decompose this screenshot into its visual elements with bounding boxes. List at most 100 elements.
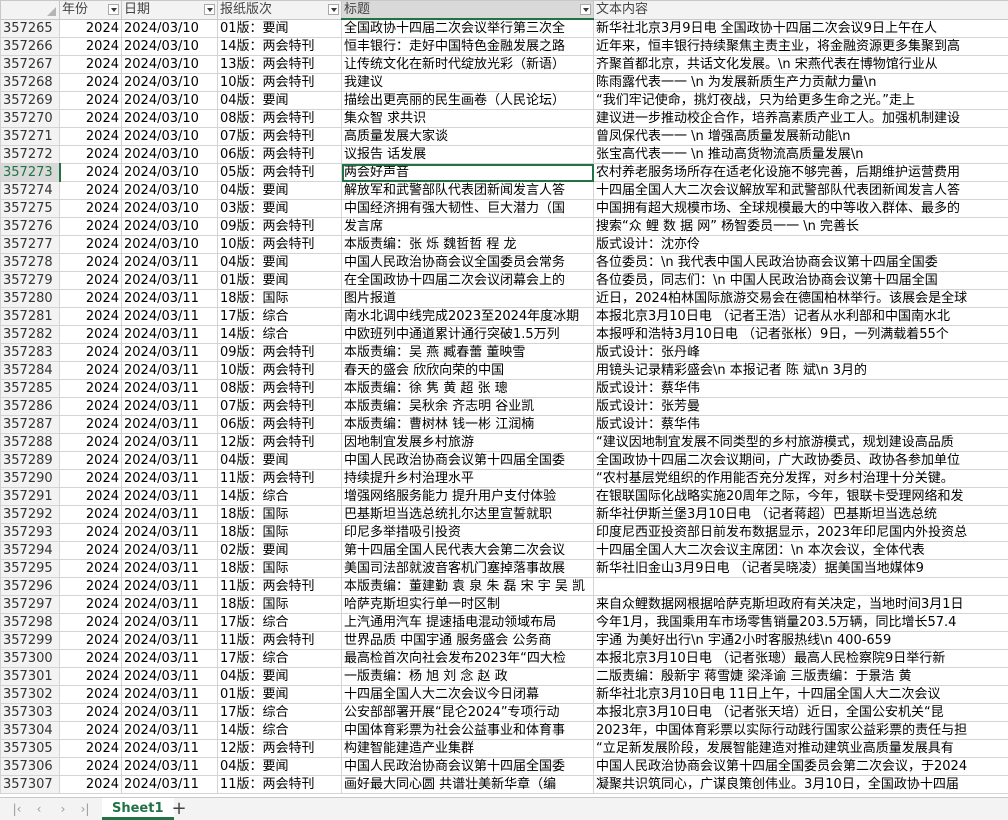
edition-cell[interactable]: 14版：两会特刊 [217, 37, 342, 56]
year-cell[interactable]: 2024 [59, 415, 122, 434]
row-number[interactable]: 357273 [0, 163, 61, 182]
last-sheet-icon[interactable]: ›| [76, 801, 94, 817]
year-cell[interactable]: 2024 [59, 379, 122, 398]
edition-cell[interactable]: 18版：国际 [217, 595, 342, 614]
text-cell[interactable]: 齐聚首都北京，共话文化发展。\n 宋燕代表在博物馆行业从 [593, 55, 1008, 74]
year-cell[interactable]: 2024 [59, 451, 122, 470]
date-cell[interactable]: 2024/03/10 [121, 91, 218, 110]
column-header-title[interactable]: 标题 [341, 0, 594, 20]
text-cell[interactable]: 本报北京3月10日电 （记者张天培）近日，全国公安机关“昆 [593, 703, 1008, 722]
year-cell[interactable]: 2024 [59, 631, 122, 650]
text-cell[interactable]: 十四届全国人大二次会议主席团：\n 本次会议，全体代表 [593, 541, 1008, 560]
text-cell[interactable]: 版式设计：沈亦伶 [593, 235, 1008, 254]
row-number[interactable]: 357268 [0, 73, 60, 92]
title-cell[interactable]: 南水北调中线完成2023至2024年度冰期 [341, 307, 594, 326]
row-number[interactable]: 357265 [0, 18, 60, 38]
title-cell[interactable]: 在全国政协十四届二次会议闭幕会上的 [341, 271, 594, 290]
date-cell[interactable]: 2024/03/11 [121, 631, 218, 650]
title-cell[interactable]: 两会好声音 [341, 163, 594, 182]
date-cell[interactable]: 2024/03/10 [121, 55, 218, 74]
row-number[interactable]: 357281 [0, 307, 60, 326]
text-cell[interactable]: 2023年，中国体育彩票以实际行动践行国家公益彩票的责任与担 [593, 721, 1008, 740]
year-cell[interactable]: 2024 [59, 685, 122, 704]
title-cell[interactable]: 本版责编：曹树林 钱一彬 江润楠 [341, 415, 594, 434]
year-cell[interactable]: 2024 [59, 91, 122, 110]
title-cell[interactable]: 构建智能建造产业集群 [341, 739, 594, 758]
title-cell[interactable]: 集众智 求共识 [341, 109, 594, 128]
row-number[interactable]: 357301 [0, 667, 60, 686]
text-cell[interactable]: “我们牢记使命，挑灯夜战，只为给更多生命之光。”走上 [593, 91, 1008, 110]
row-number[interactable]: 357296 [0, 577, 60, 596]
text-cell[interactable]: 近日，2024柏林国际旅游交易会在德国柏林举行。该展会是全球 [593, 289, 1008, 308]
text-cell[interactable]: 版式设计：张丹峰 [593, 343, 1008, 362]
date-cell[interactable]: 2024/03/10 [121, 163, 218, 182]
column-header-text[interactable]: 文本内容 [593, 0, 1008, 20]
row-number[interactable]: 357279 [0, 271, 60, 290]
year-cell[interactable]: 2024 [59, 55, 122, 74]
year-cell[interactable]: 2024 [59, 163, 122, 182]
row-number[interactable]: 357288 [0, 433, 60, 452]
year-cell[interactable]: 2024 [59, 721, 122, 740]
date-cell[interactable]: 2024/03/11 [121, 577, 218, 596]
year-cell[interactable]: 2024 [59, 433, 122, 452]
title-cell[interactable]: 最高检首次向社会发布2023年“四大检 [341, 649, 594, 668]
date-cell[interactable]: 2024/03/11 [121, 307, 218, 326]
row-number[interactable]: 357300 [0, 649, 60, 668]
edition-cell[interactable]: 08版：两会特刊 [217, 379, 342, 398]
row-number[interactable]: 357269 [0, 91, 60, 110]
row-number[interactable]: 357266 [0, 37, 60, 56]
title-cell[interactable]: 我建议 [341, 73, 594, 92]
text-cell[interactable]: 宇通 为美好出行\n 宇通2小时客服热线\n 400-659 [593, 631, 1008, 650]
text-cell[interactable]: 新华社北京3月10日电 11日上午，十四届全国人大二次会议 [593, 685, 1008, 704]
text-cell[interactable]: 中国拥有超大规模市场、全球规模最大的中等收入群体、最多的 [593, 199, 1008, 218]
year-cell[interactable]: 2024 [59, 235, 122, 254]
column-header-date[interactable]: 日期 [121, 0, 218, 20]
year-cell[interactable]: 2024 [59, 289, 122, 308]
title-cell[interactable]: 中欧班列中通道累计通行突破1.5万列 [341, 325, 594, 344]
title-cell[interactable]: 持续提升乡村治理水平 [341, 469, 594, 488]
next-sheet-icon[interactable]: › [54, 801, 72, 817]
date-cell[interactable]: 2024/03/11 [121, 397, 218, 416]
row-number[interactable]: 357297 [0, 595, 60, 614]
title-cell[interactable]: 图片报道 [341, 289, 594, 308]
edition-cell[interactable]: 04版：要闻 [217, 667, 342, 686]
date-cell[interactable]: 2024/03/10 [121, 181, 218, 200]
filter-dropdown-icon[interactable] [580, 4, 591, 15]
edition-cell[interactable]: 11版：两会特刊 [217, 469, 342, 488]
edition-cell[interactable]: 04版：要闻 [217, 253, 342, 272]
row-number[interactable]: 357274 [0, 181, 60, 200]
date-cell[interactable]: 2024/03/11 [121, 739, 218, 758]
title-cell[interactable]: 议报告 话发展 [341, 145, 594, 164]
year-cell[interactable]: 2024 [59, 559, 122, 578]
year-cell[interactable]: 2024 [59, 253, 122, 272]
date-cell[interactable]: 2024/03/11 [121, 649, 218, 668]
year-cell[interactable]: 2024 [59, 217, 122, 236]
text-cell[interactable]: “立足新发展阶段，发展智能建造对推动建筑业高质量发展具有 [593, 739, 1008, 758]
title-cell[interactable]: 本版责编：张 烁 魏哲哲 程 龙 [341, 235, 594, 254]
column-header-year[interactable]: 年份 [59, 0, 122, 20]
text-cell[interactable]: 印度尼西亚投资部日前发布数据显示，2023年印尼国内外投资总 [593, 523, 1008, 542]
year-cell[interactable]: 2024 [59, 325, 122, 344]
title-cell[interactable]: 第十四届全国人民代表大会第二次会议 [341, 541, 594, 560]
date-cell[interactable]: 2024/03/11 [121, 415, 218, 434]
title-cell[interactable]: 春天的盛会 欣欣向荣的中国 [341, 361, 594, 380]
edition-cell[interactable]: 13版：两会特刊 [217, 55, 342, 74]
edition-cell[interactable]: 03版：要闻 [217, 199, 342, 218]
year-cell[interactable]: 2024 [59, 757, 122, 776]
title-cell[interactable]: 中国人民政治协商会议第十四届全国委 [341, 757, 594, 776]
edition-cell[interactable]: 18版：国际 [217, 289, 342, 308]
date-cell[interactable]: 2024/03/10 [121, 18, 218, 38]
title-cell[interactable]: 本版责编：吴秋余 齐志明 谷业凯 [341, 397, 594, 416]
row-number[interactable]: 357303 [0, 703, 60, 722]
year-cell[interactable]: 2024 [59, 109, 122, 128]
text-cell[interactable]: 在银联国际化战略实施20周年之际，今年，银联卡受理网络和发 [593, 487, 1008, 506]
text-cell[interactable]: 张宝高代表一一 \n 推动高货物流高质量发展\n [593, 145, 1008, 164]
edition-cell[interactable]: 11版：两会特刊 [217, 775, 342, 794]
edition-cell[interactable]: 05版：两会特刊 [217, 163, 342, 182]
row-number[interactable]: 357284 [0, 361, 60, 380]
date-cell[interactable]: 2024/03/11 [121, 289, 218, 308]
row-number[interactable]: 357302 [0, 685, 60, 704]
edition-cell[interactable]: 04版：要闻 [217, 91, 342, 110]
prev-sheet-icon[interactable]: ‹ [30, 801, 48, 817]
text-cell[interactable]: 近年来，恒丰银行持续聚焦主责主业，将金融资源更多集聚到高 [593, 37, 1008, 56]
